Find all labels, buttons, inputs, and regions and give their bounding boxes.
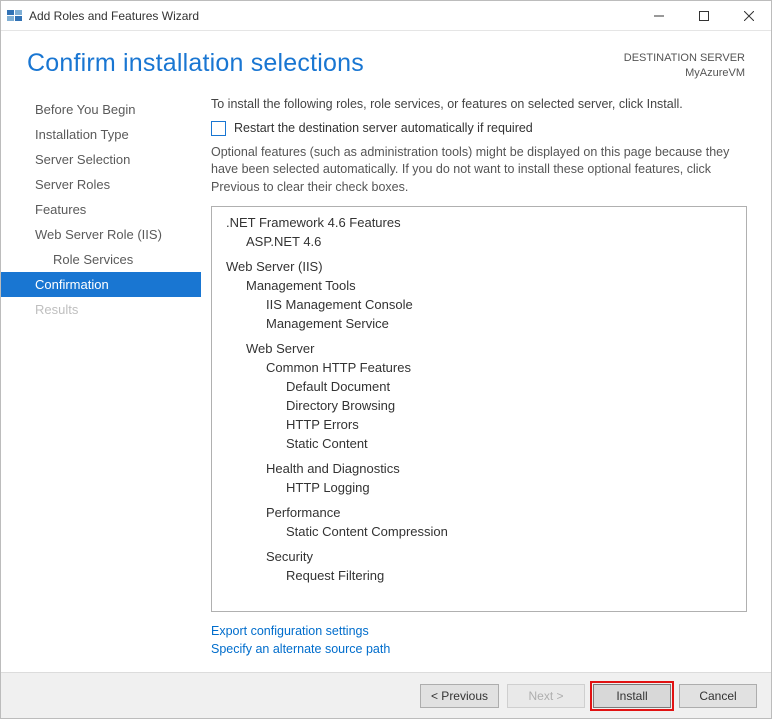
nav-item[interactable]: Role Services xyxy=(1,247,201,272)
maximize-button[interactable] xyxy=(681,1,726,31)
wizard-nav: Before You BeginInstallation TypeServer … xyxy=(1,89,201,672)
wizard-main: To install the following roles, role ser… xyxy=(201,89,771,672)
export-config-link[interactable]: Export configuration settings xyxy=(211,622,747,640)
tree-item: Web Server xyxy=(226,339,736,358)
tree-item: Web Server (IIS) xyxy=(226,257,736,276)
tree-item: Static Content xyxy=(226,434,736,453)
next-button: Next > xyxy=(507,684,585,708)
install-button[interactable]: Install xyxy=(593,684,671,708)
tree-item: ASP.NET 4.6 xyxy=(226,232,736,251)
tree-item: Directory Browsing xyxy=(226,396,736,415)
tree-item: Default Document xyxy=(226,377,736,396)
app-icon xyxy=(7,8,23,24)
nav-item[interactable]: Server Roles xyxy=(1,172,201,197)
nav-item[interactable]: Server Selection xyxy=(1,147,201,172)
nav-item[interactable]: Confirmation xyxy=(1,272,201,297)
nav-item: Results xyxy=(1,297,201,322)
cancel-button[interactable]: Cancel xyxy=(679,684,757,708)
links-area: Export configuration settings Specify an… xyxy=(211,612,747,672)
nav-item[interactable]: Before You Begin xyxy=(1,97,201,122)
tree-item: HTTP Logging xyxy=(226,478,736,497)
restart-checkbox[interactable] xyxy=(211,121,226,136)
tree-item: HTTP Errors xyxy=(226,415,736,434)
tree-item: IIS Management Console xyxy=(226,295,736,314)
nav-item[interactable]: Features xyxy=(1,197,201,222)
tree-item: Management Tools xyxy=(226,276,736,295)
optional-features-note: Optional features (such as administratio… xyxy=(211,144,747,197)
wizard-header: Confirm installation selections DESTINAT… xyxy=(1,31,771,89)
window-title: Add Roles and Features Wizard xyxy=(29,9,199,23)
intro-text: To install the following roles, role ser… xyxy=(211,97,747,111)
tree-item: Common HTTP Features xyxy=(226,358,736,377)
tree-item: Static Content Compression xyxy=(226,522,736,541)
tree-item: Management Service xyxy=(226,314,736,333)
destination-label: DESTINATION SERVER xyxy=(624,51,745,66)
tree-item: Performance xyxy=(226,503,736,522)
wizard-footer: < Previous Next > Install Cancel xyxy=(1,672,771,718)
tree-item: Security xyxy=(226,547,736,566)
selections-listbox[interactable]: .NET Framework 4.6 FeaturesASP.NET 4.6 We… xyxy=(211,206,747,612)
nav-item[interactable]: Web Server Role (IIS) xyxy=(1,222,201,247)
destination-value: MyAzureVM xyxy=(624,66,745,81)
nav-item[interactable]: Installation Type xyxy=(1,122,201,147)
page-title: Confirm installation selections xyxy=(27,49,364,78)
wizard-body: Before You BeginInstallation TypeServer … xyxy=(1,89,771,672)
tree-item: .NET Framework 4.6 Features xyxy=(226,213,736,232)
restart-checkbox-label: Restart the destination server automatic… xyxy=(234,121,533,135)
alternate-source-link[interactable]: Specify an alternate source path xyxy=(211,640,747,658)
tree-item: Request Filtering xyxy=(226,566,736,585)
tree-item: Health and Diagnostics xyxy=(226,459,736,478)
close-button[interactable] xyxy=(726,1,771,31)
restart-checkbox-row[interactable]: Restart the destination server automatic… xyxy=(211,121,747,136)
destination-server: DESTINATION SERVER MyAzureVM xyxy=(624,49,745,81)
previous-button[interactable]: < Previous xyxy=(420,684,499,708)
window-controls xyxy=(636,1,771,31)
minimize-button[interactable] xyxy=(636,1,681,31)
title-bar: Add Roles and Features Wizard xyxy=(1,1,771,31)
